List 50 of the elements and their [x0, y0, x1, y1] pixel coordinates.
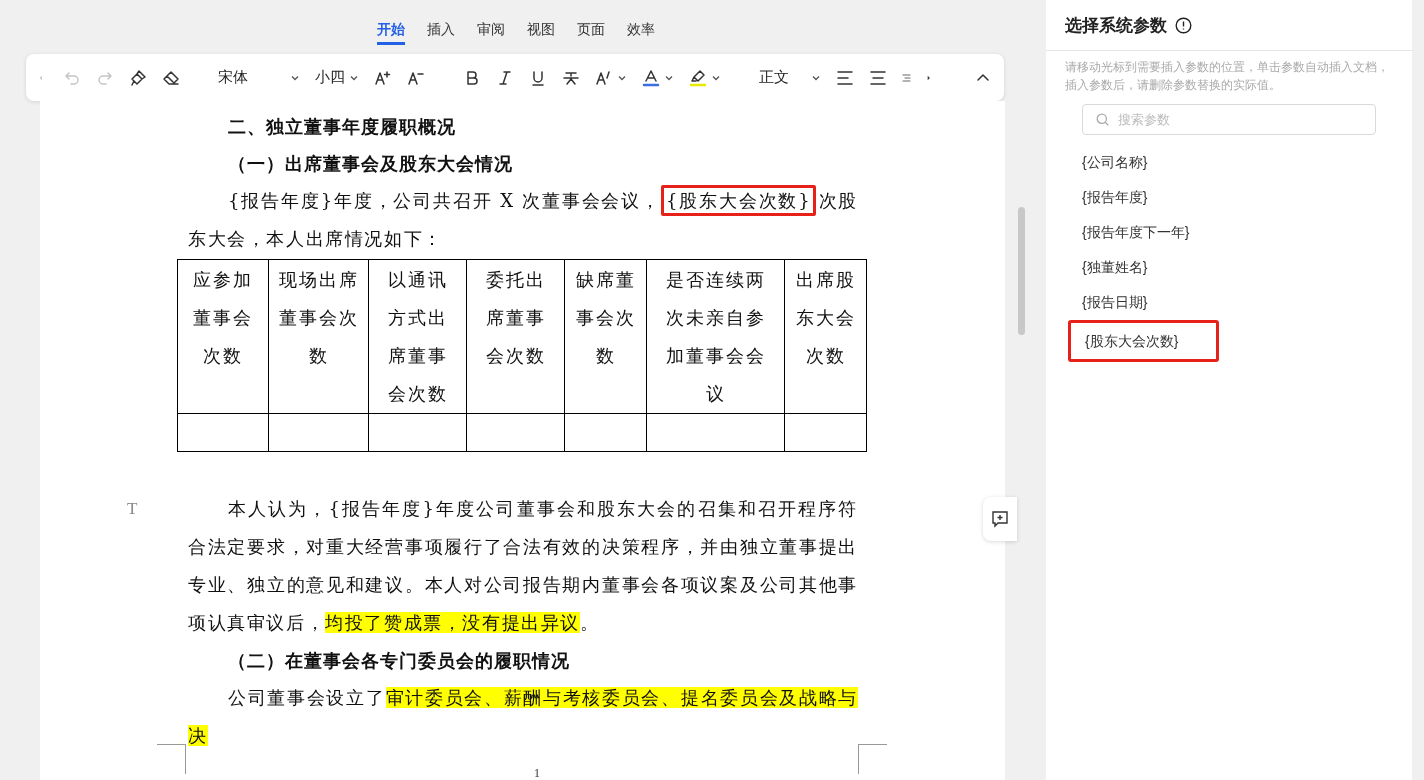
margin-marker: T: [127, 498, 138, 520]
table-header-cell: 缺席董事会次数: [564, 260, 646, 413]
table-header-cell: 出席股东大会次数: [784, 260, 866, 413]
info-icon[interactable]: [1175, 17, 1192, 34]
font-dropdown[interactable]: 宋体: [218, 66, 300, 89]
panel-title: 选择系统参数: [1065, 14, 1167, 37]
body-paragraph: 公司董事会设立了审计委员会、薪酬与考核委员会、提名委员会及战略与决: [188, 686, 858, 748]
section-heading: 二、独立董事年度履职概况: [227, 115, 457, 139]
parameter-item[interactable]: {独董姓名}: [1082, 250, 1148, 285]
ribbon-tab[interactable]: 页面: [577, 19, 605, 45]
font-size-dropdown[interactable]: 小四: [315, 66, 359, 89]
search-icon: [1096, 113, 1109, 126]
body-paragraph: {报告年度}年度，公司共召开 X 次董事会会议， {股东大会次数} 次股东大会，本人出席情况如下：: [188, 182, 858, 258]
font-color-icon[interactable]: [642, 68, 660, 87]
parameter-item[interactable]: {公司名称}: [1082, 145, 1148, 180]
section-heading: （一）出席董事会及股东大会情况: [227, 152, 514, 176]
parameter-item[interactable]: {报告年度}: [1082, 180, 1148, 215]
parameter-item[interactable]: {股东大会次数}: [1068, 320, 1219, 362]
ribbon-tab[interactable]: 审阅: [477, 19, 505, 45]
ribbon-tab[interactable]: 开始: [377, 19, 405, 45]
table-header-cell: 是否连续两次未亲自参加董事会会议: [646, 260, 784, 413]
align-center-icon[interactable]: [869, 68, 887, 87]
add-comment-button[interactable]: [983, 497, 1017, 541]
text-effect-icon[interactable]: [595, 68, 613, 87]
table-header-cell-text: 应参加董事会次数: [192, 268, 254, 368]
search-field[interactable]: 搜索参数: [1082, 104, 1376, 135]
increase-font-icon[interactable]: [374, 68, 392, 87]
table-header-cell: 现场出席董事会次数: [268, 260, 368, 413]
italic-icon[interactable]: [496, 68, 514, 87]
page-corner-mark: [858, 744, 887, 774]
parameter-item[interactable]: {报告年度下一年}: [1082, 215, 1190, 250]
ribbon-tab[interactable]: 插入: [427, 19, 455, 45]
parameter-item[interactable]: {报告日期}: [1082, 285, 1148, 320]
ribbon-tab[interactable]: 效率: [627, 19, 655, 45]
body-paragraph: 本人认为，{报告年度}年度公司董事会和股东大会的召集和召开程序符合法定要求，对重大经营事项履行了合法有效的决策程序，并由独立董事提出专业、独立的意见和建议。本人对公司报告期内董事会各项议案及公司其他事项认真审议后，均投了赞成票，没有提出异议。: [188, 497, 858, 635]
align-left-icon[interactable]: [836, 68, 854, 87]
eraser-icon[interactable]: [162, 68, 180, 87]
underline-icon[interactable]: [529, 68, 547, 87]
scrollbar-thumb[interactable]: [1018, 207, 1025, 335]
highlighter-icon[interactable]: [689, 68, 707, 87]
page-corner-mark: [157, 744, 186, 774]
hint-text: 请移动光标到需要插入参数的位置，单击参数自动插入文档，插入参数后，请删除参数替换的实际值。: [1064, 59, 1390, 94]
table-header-cell: 以通讯方式出席董事会次数: [368, 260, 466, 413]
paragraph-style-dropdown[interactable]: 正文: [759, 66, 821, 89]
page-number: 1: [534, 765, 540, 780]
section-heading: （二）在董事会各专门委员会的履职情况: [227, 649, 571, 673]
format-brush-icon[interactable]: [129, 68, 147, 87]
table-header-cell: 委托出席董事会次数: [466, 260, 564, 413]
add-comment-icon: [991, 510, 1009, 528]
ribbon-tab[interactable]: 视图: [527, 19, 555, 45]
